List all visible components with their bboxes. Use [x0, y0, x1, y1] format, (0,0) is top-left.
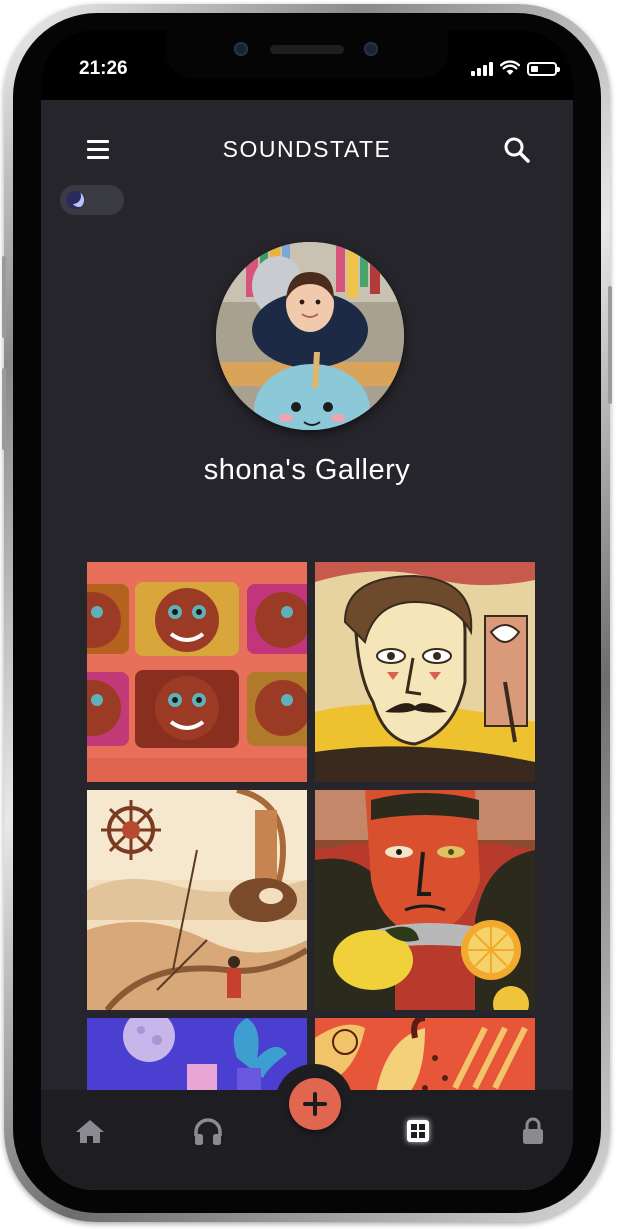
battery-icon — [527, 62, 560, 76]
search-icon[interactable] — [503, 136, 531, 164]
add-button[interactable] — [289, 1078, 341, 1130]
gallery-tile-surreal-desert[interactable] — [87, 790, 307, 1010]
app-screen: 21:26 SOUNDSTATE shona's Gallery — [41, 30, 573, 1190]
gallery-tile-clay-faces[interactable] — [87, 562, 307, 782]
grid-icon[interactable] — [401, 1114, 435, 1148]
gallery-tile-red-face-lemon[interactable] — [315, 790, 535, 1010]
avatar — [216, 242, 404, 430]
theme-toggle[interactable] — [60, 185, 124, 215]
notch — [166, 30, 448, 78]
status-time: 21:26 — [79, 58, 128, 79]
camera-icon — [234, 42, 248, 56]
volume-button — [2, 368, 6, 450]
status-bar: 21:26 — [41, 30, 573, 100]
speaker-grille — [270, 45, 344, 54]
gallery-tile-mustache-portrait[interactable] — [315, 562, 535, 782]
signal-icon — [471, 62, 493, 76]
power-button — [608, 286, 612, 404]
sensor-icon — [364, 42, 378, 56]
headphones-icon[interactable] — [191, 1114, 225, 1148]
moon-icon — [66, 191, 84, 209]
brand-title: SOUNDSTATE — [222, 136, 392, 162]
gallery-title: shona's Gallery — [203, 454, 411, 486]
lock-icon[interactable] — [516, 1114, 550, 1148]
home-icon[interactable] — [73, 1114, 107, 1148]
status-icons — [471, 60, 560, 76]
silent-switch — [2, 256, 6, 338]
app-bar: SOUNDSTATE — [41, 100, 573, 198]
wifi-icon — [500, 60, 520, 75]
